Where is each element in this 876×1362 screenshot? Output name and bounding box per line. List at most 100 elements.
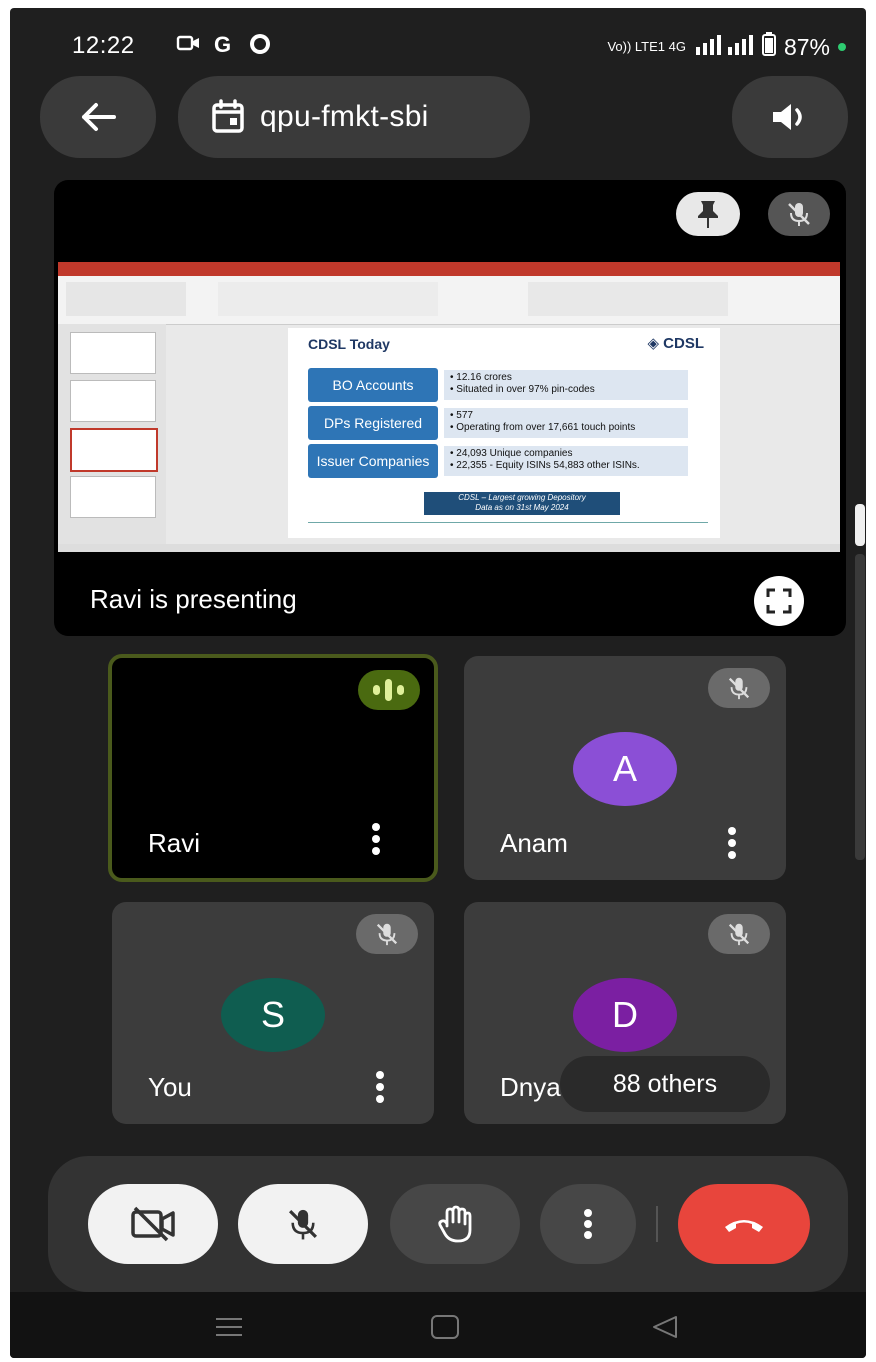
participant-more-button[interactable] xyxy=(726,826,738,867)
mic-off-icon xyxy=(289,1209,317,1240)
slide-row: DPs Registered • 577 • Operating from ov… xyxy=(308,406,692,440)
mute-badge xyxy=(708,914,770,954)
pin-button[interactable] xyxy=(676,192,740,236)
slide-divider xyxy=(308,522,708,523)
slide-row: Issuer Companies • 24,093 Unique compani… xyxy=(308,444,692,478)
banner-line: CDSL – Largest growing Depository xyxy=(458,493,586,502)
controls-divider xyxy=(656,1206,658,1242)
status-bar: 12:22 G Vo)) LTE1 4G 87% xyxy=(10,8,866,78)
end-call-icon xyxy=(725,1220,763,1232)
slide-title: CDSL Today xyxy=(308,336,390,352)
slide-row: BO Accounts • 12.16 crores • Situated in… xyxy=(308,368,692,402)
participant-name: Anam xyxy=(500,828,568,858)
mute-badge xyxy=(356,914,418,954)
battery-percent: 87% xyxy=(783,33,830,60)
pin-icon xyxy=(698,201,718,228)
avatar: A xyxy=(573,732,677,806)
home-square-icon xyxy=(431,1315,459,1339)
signal-icon xyxy=(694,33,754,61)
status-time: 12:22 xyxy=(72,32,135,59)
participant-name: You xyxy=(148,1072,192,1102)
speaking-indicator xyxy=(358,670,420,710)
scrollbar-track[interactable] xyxy=(855,554,865,860)
row-values: • 24,093 Unique companies • 22,355 - Equ… xyxy=(444,446,688,476)
more-vertical-icon xyxy=(376,1071,384,1103)
others-button[interactable]: 88 others xyxy=(560,1056,770,1112)
slide-canvas: CDSL Today ◈ CDSL BO Accounts • 12.16 cr… xyxy=(288,328,720,538)
speaker-icon xyxy=(773,104,802,130)
mic-off-icon xyxy=(376,923,398,946)
presenter-mute-badge xyxy=(768,192,830,236)
banner-line: Data as on 31st May 2024 xyxy=(475,503,569,512)
slide-thumbnails xyxy=(58,324,166,544)
participant-more-button[interactable] xyxy=(374,1070,386,1111)
arrow-left-icon xyxy=(82,103,116,131)
more-vertical-icon xyxy=(372,823,380,855)
row-label: BO Accounts xyxy=(308,368,438,402)
nav-back-button[interactable] xyxy=(650,1314,680,1345)
back-triangle-icon xyxy=(653,1316,677,1338)
presenting-label: Ravi is presenting xyxy=(90,584,297,614)
mic-off-icon xyxy=(728,923,750,946)
presentation-tile[interactable]: CDSL Today ◈ CDSL BO Accounts • 12.16 cr… xyxy=(54,180,846,636)
row-item: • Operating from over 17,661 touch point… xyxy=(450,422,636,433)
volte-label: Vo)) LTE1 4G xyxy=(607,39,686,54)
row-item: • 577 xyxy=(450,410,473,421)
calendar-icon xyxy=(212,99,244,133)
row-values: • 12.16 crores • Situated in over 97% pi… xyxy=(444,370,688,400)
row-item: • Situated in over 97% pin-codes xyxy=(450,384,595,395)
status-right: Vo)) LTE1 4G 87% xyxy=(607,32,846,62)
app-ribbon xyxy=(58,276,840,325)
call-controls xyxy=(48,1156,848,1292)
back-button[interactable] xyxy=(40,76,156,158)
avatar: D xyxy=(573,978,677,1052)
meeting-code: qpu-fmkt-sbi xyxy=(260,100,429,133)
recent-apps-button[interactable] xyxy=(214,1316,244,1343)
scrollbar-thumb[interactable] xyxy=(855,504,865,546)
row-item: • 22,355 - Equity ISINs 54,883 other ISI… xyxy=(450,460,640,471)
end-call-button[interactable] xyxy=(678,1184,810,1264)
row-item: • 12.16 crores xyxy=(450,372,512,383)
battery-icon xyxy=(761,32,776,62)
row-item: • 24,093 Unique companies xyxy=(450,448,573,459)
more-vertical-icon xyxy=(584,1209,592,1239)
row-values: • 577 • Operating from over 17,661 touch… xyxy=(444,408,688,438)
whatsapp-icon xyxy=(248,32,272,62)
video-status-icon xyxy=(176,32,202,60)
participant-tile-ravi[interactable]: Ravi xyxy=(108,654,438,882)
participant-tile-you[interactable]: S You xyxy=(112,902,434,1124)
more-vertical-icon xyxy=(728,827,736,859)
system-nav-bar xyxy=(10,1292,866,1358)
camera-toggle-button[interactable] xyxy=(88,1184,218,1264)
camera-off-icon xyxy=(131,1206,175,1242)
raise-hand-icon xyxy=(438,1205,472,1243)
row-label: DPs Registered xyxy=(308,406,438,440)
fullscreen-button[interactable] xyxy=(754,576,804,626)
avatar: S xyxy=(221,978,325,1052)
home-button[interactable] xyxy=(430,1314,460,1345)
shared-screen: CDSL Today ◈ CDSL BO Accounts • 12.16 cr… xyxy=(58,262,840,552)
google-icon: G xyxy=(214,32,232,57)
participant-tile-anam[interactable]: A Anam xyxy=(464,656,786,880)
meeting-info-button[interactable]: qpu-fmkt-sbi xyxy=(178,76,530,158)
more-options-button[interactable] xyxy=(540,1184,636,1264)
audio-wave-icon xyxy=(373,679,404,701)
slide-banner: CDSL – Largest growing Depository Data a… xyxy=(424,492,620,515)
participant-tile-dnya[interactable]: D Dnya 88 others xyxy=(464,902,786,1124)
mic-off-icon xyxy=(788,203,810,226)
app-titlebar xyxy=(58,262,840,276)
mute-badge xyxy=(708,668,770,708)
app-statusbar xyxy=(58,544,840,552)
cdsl-logo: ◈ CDSL xyxy=(647,335,704,352)
mic-off-icon xyxy=(728,677,750,700)
mic-toggle-button[interactable] xyxy=(238,1184,368,1264)
audio-output-button[interactable] xyxy=(732,76,848,158)
status-dot xyxy=(838,43,846,51)
participant-name: Dnya xyxy=(500,1072,561,1102)
fullscreen-icon xyxy=(766,588,792,614)
meet-screen: 12:22 G Vo)) LTE1 4G 87% qpu-fmkt-sbi CD… xyxy=(10,8,866,1358)
row-label: Issuer Companies xyxy=(308,444,438,478)
menu-lines-icon xyxy=(216,1318,242,1336)
participant-more-button[interactable] xyxy=(370,822,382,863)
raise-hand-button[interactable] xyxy=(390,1184,520,1264)
